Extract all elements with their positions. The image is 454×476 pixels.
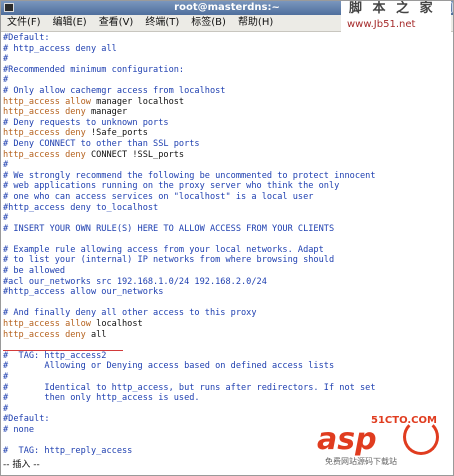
terminal-line-segment: # TAG: http_access2 xyxy=(3,350,107,361)
terminal-line: # INSERT YOUR OWN RULE(S) HERE TO ALLOW … xyxy=(3,224,451,235)
terminal-line-segment: http_access deny xyxy=(3,107,86,118)
terminal-line-segment: CONNECT !SSL_ports xyxy=(85,149,185,160)
watermark-logo-icon xyxy=(403,419,439,455)
terminal-line: # Allowing or Denying access based on de… xyxy=(3,361,451,372)
terminal-window: root@masterdns:~ _ □ × 文件(F)编辑(E)查看(V)终端… xyxy=(0,0,454,476)
terminal-line-segment: # none xyxy=(3,424,35,435)
terminal-line-segment: # INSERT YOUR OWN RULE(S) HERE TO ALLOW … xyxy=(3,223,335,234)
terminal-line-segment: # xyxy=(3,213,9,224)
menu-tabs[interactable]: 标签(B) xyxy=(185,15,232,31)
terminal-line: # one who can access services on "localh… xyxy=(3,192,451,203)
terminal-line-segment: # xyxy=(3,54,9,65)
watermark-subtitle: 免费网站源码下载站 xyxy=(325,457,397,466)
terminal-line-segment: !Safe_ports xyxy=(85,128,148,139)
terminal-line-segment: http_access allow xyxy=(3,96,91,107)
menu-edit[interactable]: 编辑(E) xyxy=(47,15,93,31)
terminal-line-segment: # xyxy=(3,75,9,86)
terminal-line: # xyxy=(3,372,451,383)
menu-view[interactable]: 查看(V) xyxy=(93,15,140,31)
terminal-line-segment: #Default: xyxy=(3,33,50,43)
terminal-line-segment: http_access deny xyxy=(3,149,86,160)
terminal-line-segment: #acl our_networks src 192.168.1.0/24 192… xyxy=(3,276,267,287)
terminal-line-segment: # to list your (internal) IP networks fr… xyxy=(3,255,335,266)
terminal-text-area[interactable]: #Default: # http_access deny all # #Recomme… xyxy=(3,33,451,457)
highlight-underline xyxy=(3,350,123,351)
terminal-line-segment: localhost xyxy=(90,319,143,330)
terminal-line: # to list your (internal) IP networks fr… xyxy=(3,255,451,266)
terminal-line-segment: # xyxy=(3,403,9,414)
watermark-site-url: www.Jb51.net xyxy=(347,19,416,30)
terminal-line-segment: all xyxy=(85,329,107,340)
terminal-line: # xyxy=(3,160,451,171)
terminal-line: # xyxy=(3,75,451,86)
terminal-line-segment: # We strongly recommend the following be… xyxy=(3,170,376,181)
terminal-line-segment: #http_access deny to_localhost xyxy=(3,202,159,213)
terminal-line: # TAG: http_access2 xyxy=(3,351,451,362)
terminal-line-segment: # Example rule allowing access from your… xyxy=(3,244,324,255)
terminal-line-segment: # Deny requests to unknown ports xyxy=(3,117,169,128)
terminal-line: http_access deny !Safe_ports xyxy=(3,128,451,139)
terminal-line-segment: http_access deny xyxy=(3,128,86,139)
terminal-line: http_access allow localhost xyxy=(3,319,451,330)
terminal-line-segment: # Identical to http_access, but runs aft… xyxy=(3,382,376,393)
menu-file[interactable]: 文件(F) xyxy=(1,15,47,31)
watermark-bottom: 51CTO.COM asp 免费网站源码下载站 xyxy=(287,411,447,473)
terminal-line-segment: # Only allow cachemgr access from localh… xyxy=(3,85,226,96)
terminal-line-segment: manager localhost xyxy=(90,96,185,107)
terminal-line-segment: #http_access allow our_networks xyxy=(3,287,164,298)
terminal-line: #Recommended minimum configuration: xyxy=(3,65,451,76)
terminal-line-segment: http_access deny xyxy=(3,329,86,340)
terminal-line: # Identical to http_access, but runs aft… xyxy=(3,383,451,394)
terminal-line-segment: # And finally deny all other access to t… xyxy=(3,308,257,319)
terminal-line-segment: # TAG: http_reply_access xyxy=(3,446,133,457)
terminal-line: # be allowed xyxy=(3,266,451,277)
terminal-line: http_access deny CONNECT !SSL_ports xyxy=(3,150,451,161)
terminal-line: # http_access deny all xyxy=(3,44,451,55)
terminal-line: #http_access deny to_localhost xyxy=(3,203,451,214)
terminal-line: # web applications running on the proxy … xyxy=(3,181,451,192)
terminal-line: http_access deny manager xyxy=(3,107,451,118)
terminal-line: #acl our_networks src 192.168.1.0/24 192… xyxy=(3,277,451,288)
terminal-line-segment: # xyxy=(3,160,9,171)
terminal-line-segment: #Default: xyxy=(3,414,50,425)
terminal-line: #http_access allow our_networks xyxy=(3,287,451,298)
terminal-line-segment: # xyxy=(3,372,9,382)
terminal-line-segment: # then only http_access is used. xyxy=(3,393,200,404)
terminal-line-segment: # http_access deny all xyxy=(3,43,117,54)
terminal-line-segment: # Deny CONNECT to other than SSL ports xyxy=(3,138,200,149)
terminal-line-segment: #Recommended minimum configuration: xyxy=(3,64,185,75)
watermark-site-name: 脚 本 之 家 xyxy=(349,1,436,16)
watermark-top: 脚 本 之 家 www.Jb51.net xyxy=(341,1,451,35)
menu-help[interactable]: 帮助(H) xyxy=(232,15,279,31)
terminal-line: # Deny requests to unknown ports xyxy=(3,118,451,129)
watermark-brand: asp xyxy=(317,422,377,457)
terminal-line-segment: # web applications running on the proxy … xyxy=(3,181,340,192)
terminal-line: http_access deny all xyxy=(3,330,451,341)
terminal-line-segment: # one who can access services on "localh… xyxy=(3,191,314,202)
terminal-line: # We strongly recommend the following be… xyxy=(3,171,451,182)
terminal-line: http_access allow manager localhost xyxy=(3,97,451,108)
terminal-line: # Example rule allowing access from your… xyxy=(3,245,451,256)
terminal-line: # xyxy=(3,54,451,65)
terminal-line-segment: manager xyxy=(85,107,128,118)
terminal-line: # And finally deny all other access to t… xyxy=(3,308,451,319)
terminal-line: # Only allow cachemgr access from localh… xyxy=(3,86,451,97)
editor-mode-status: -- 插入 -- xyxy=(3,460,40,470)
terminal-line: # Deny CONNECT to other than SSL ports xyxy=(3,139,451,150)
terminal-line: # then only http_access is used. xyxy=(3,393,451,404)
terminal-line-segment: # Allowing or Denying access based on de… xyxy=(3,361,335,372)
terminal-line-segment: # be allowed xyxy=(3,266,66,277)
terminal-line-segment: http_access allow xyxy=(3,319,91,330)
menu-terminal[interactable]: 终端(T) xyxy=(139,15,185,31)
terminal-line: # xyxy=(3,213,451,224)
